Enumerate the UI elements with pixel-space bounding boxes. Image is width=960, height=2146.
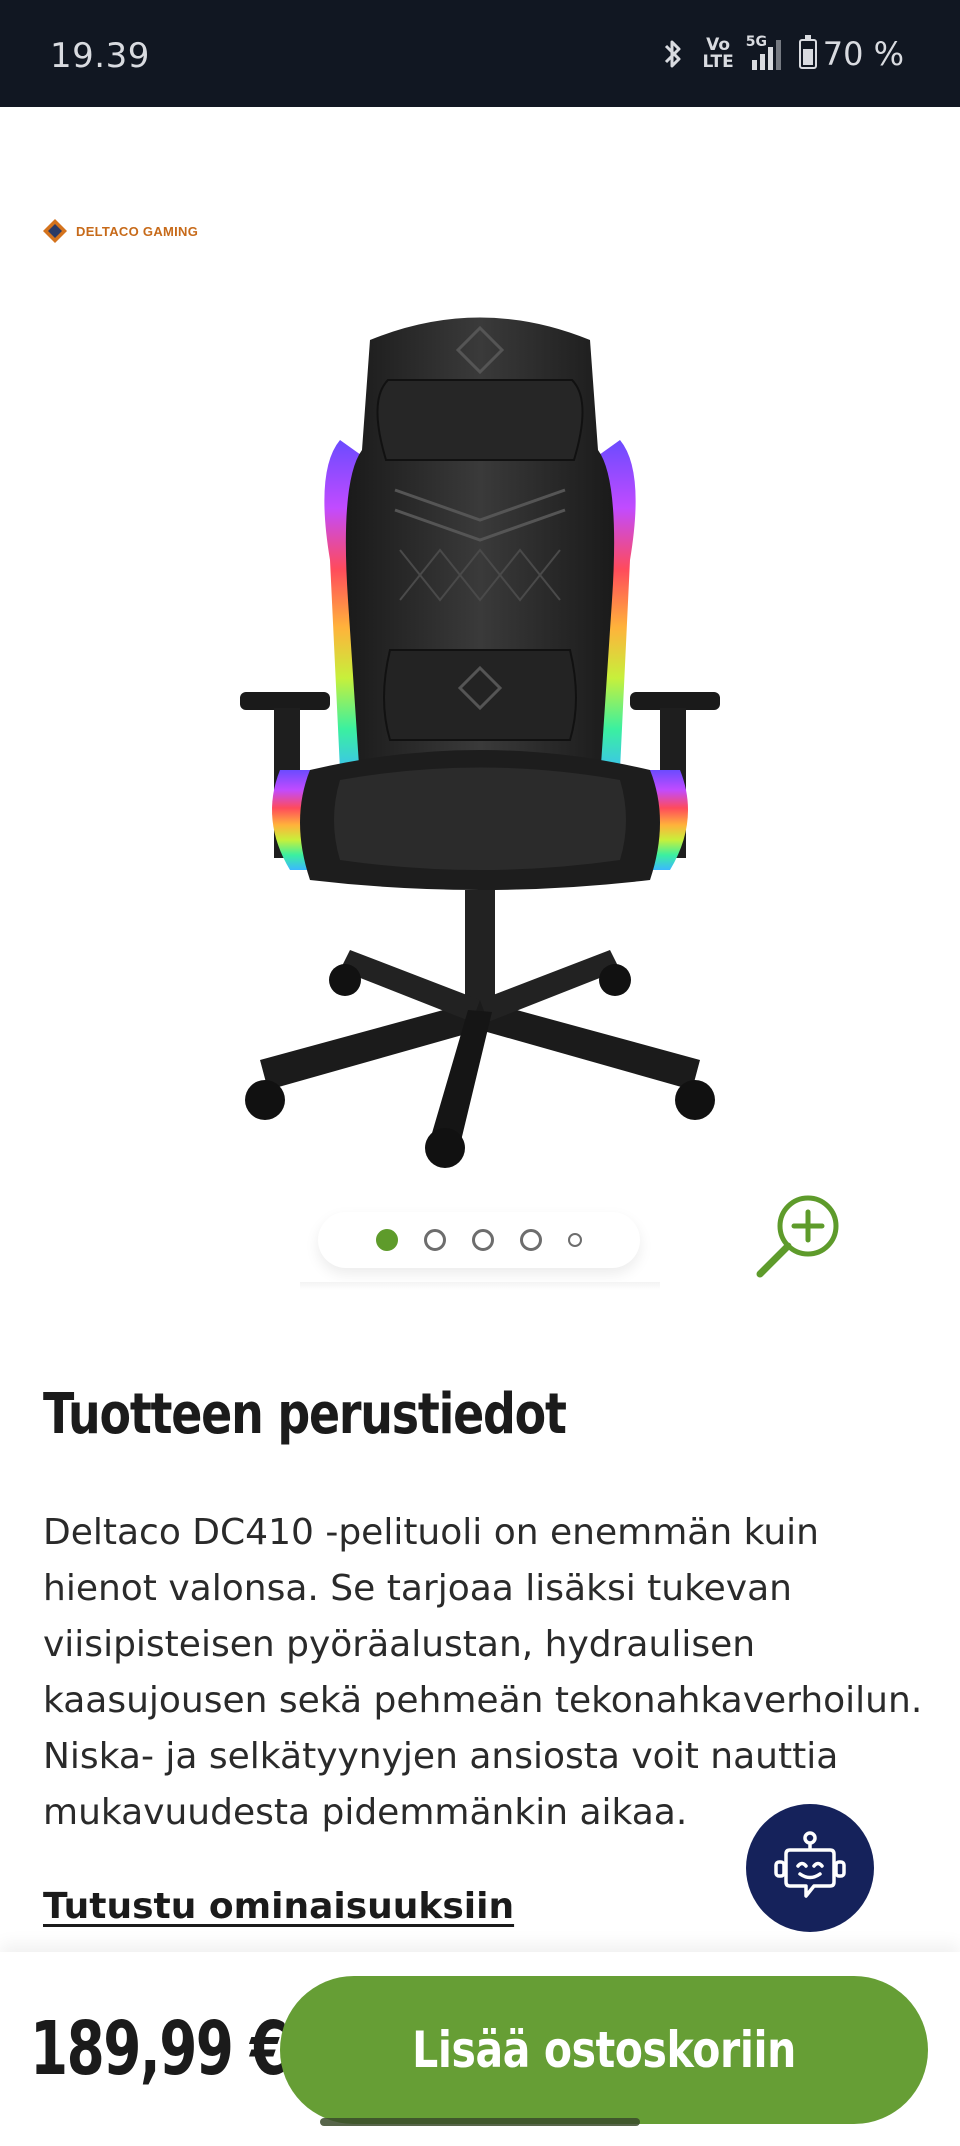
home-indicator[interactable] xyxy=(320,2118,640,2126)
brand-logo: DELTACO GAMING xyxy=(42,218,198,244)
product-price: 189,99 € xyxy=(30,2006,288,2092)
carousel-dot-2[interactable] xyxy=(424,1229,446,1251)
product-image xyxy=(240,317,720,1168)
brand-logo-icon xyxy=(43,219,67,243)
section-title: Tuotteen perustiedot xyxy=(43,1382,567,1447)
brand-logo-text: DELTACO GAMING xyxy=(76,223,199,239)
chatbot-button[interactable] xyxy=(746,1804,874,1932)
image-divider xyxy=(300,1282,660,1290)
status-icons: Vo LTE 5G 70 % xyxy=(662,32,904,76)
volte-icon: Vo LTE xyxy=(702,35,734,72)
battery-icon xyxy=(798,35,817,69)
status-time: 19.39 xyxy=(50,36,150,76)
battery-percent: 70 % xyxy=(822,35,904,73)
carousel-dot-5[interactable] xyxy=(568,1233,582,1247)
product-description: Deltaco DC410 -pelituoli on enemmän kuin… xyxy=(43,1512,923,1833)
carousel-dot-1[interactable] xyxy=(376,1229,398,1251)
add-to-cart-button[interactable]: Lisää ostoskoriin xyxy=(280,1976,928,2124)
bluetooth-icon xyxy=(665,40,681,68)
status-bar: 19.39 Vo LTE 5G 70 % xyxy=(0,0,960,107)
carousel-dot-4[interactable] xyxy=(520,1229,542,1251)
carousel-dot-3[interactable] xyxy=(472,1229,494,1251)
image-carousel-dots xyxy=(318,1212,640,1268)
features-link[interactable]: Tutustu ominaisuuksiin xyxy=(43,1886,514,1927)
zoom-in-icon[interactable] xyxy=(752,1190,848,1286)
robot-chat-icon xyxy=(774,1831,846,1898)
signal-icon: 5G xyxy=(746,34,781,70)
